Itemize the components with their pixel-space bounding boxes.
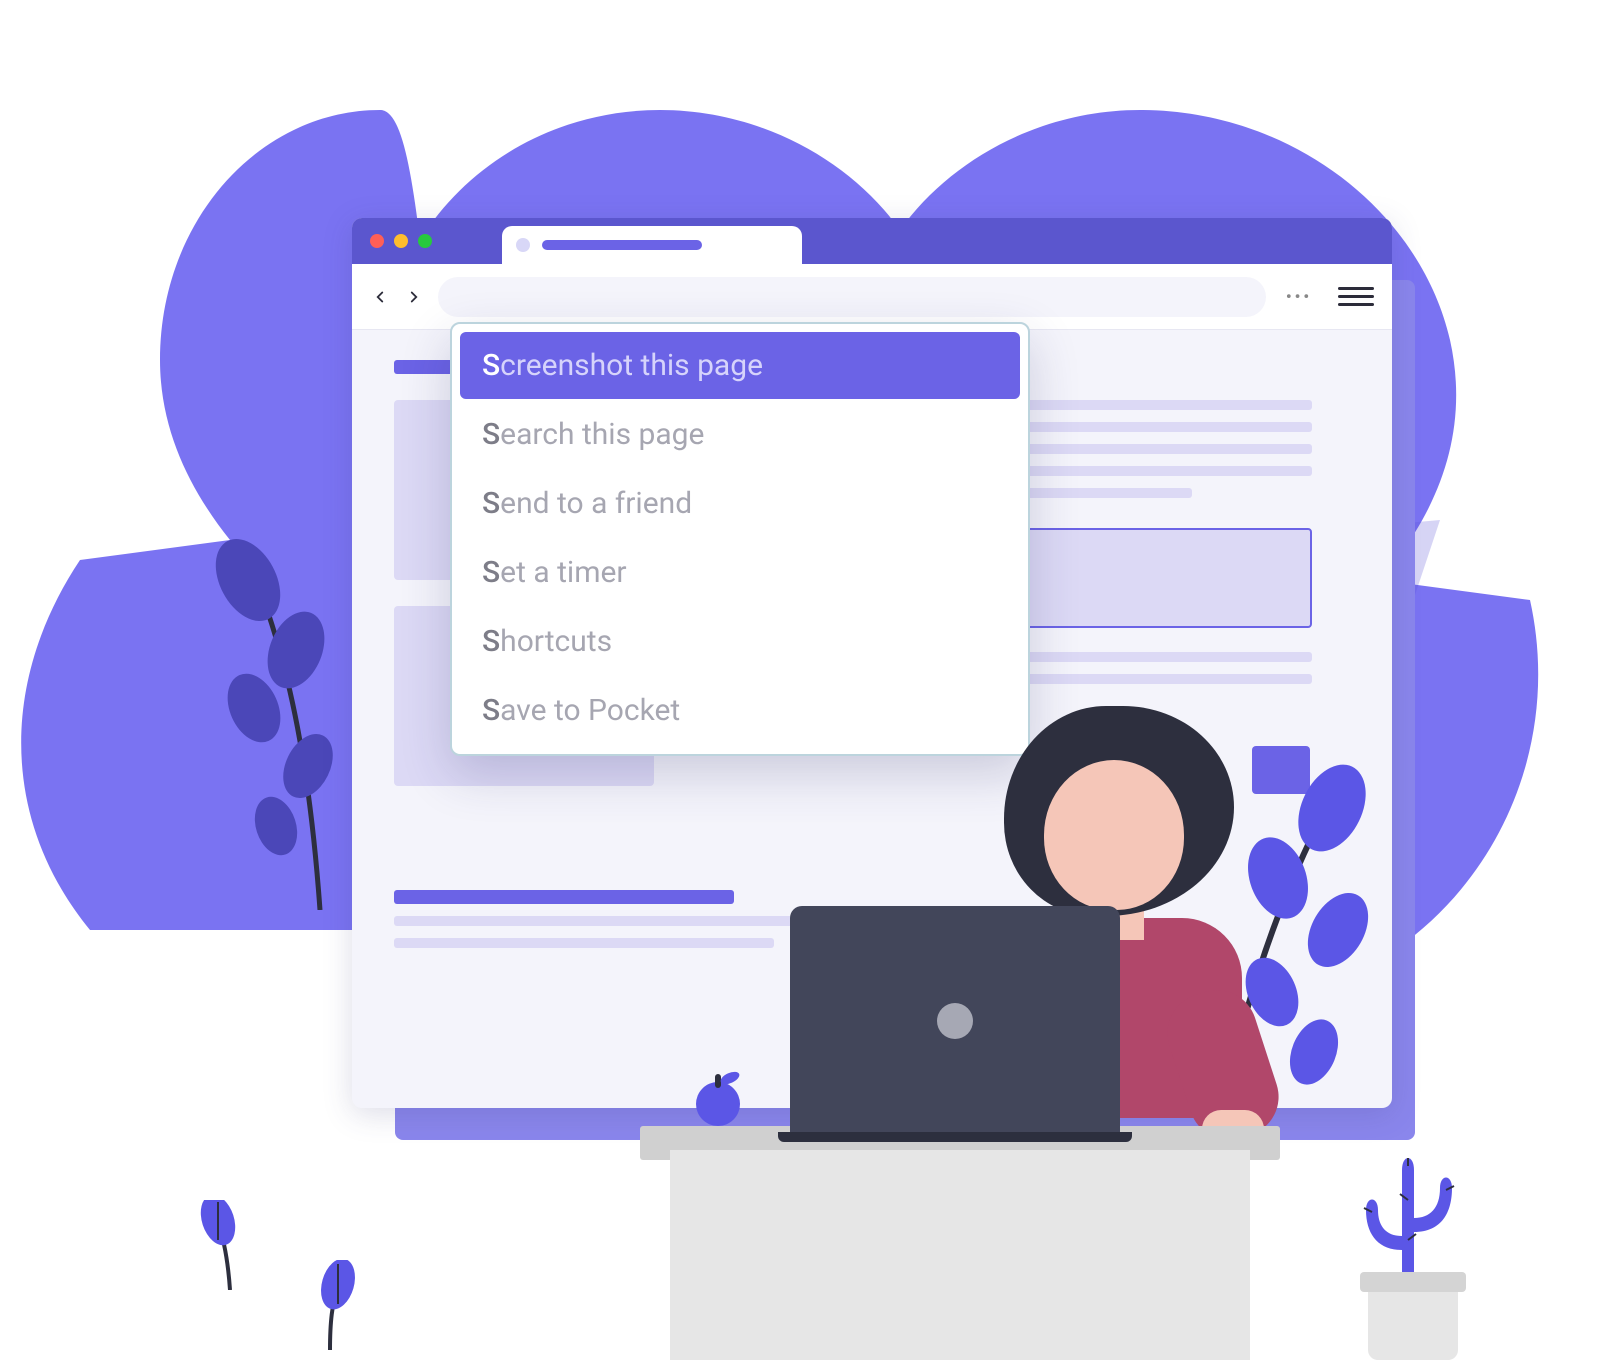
palette-item-matched-text: S <box>482 417 500 452</box>
window-close-button[interactable] <box>370 234 384 248</box>
plant-pot <box>1368 1286 1458 1360</box>
palette-item-matched-text: S <box>482 348 500 383</box>
laptop-logo-icon <box>937 1003 973 1039</box>
palette-item-matched-text: S <box>482 624 500 659</box>
laptop-base <box>778 1132 1132 1142</box>
palette-item[interactable]: Shortcuts <box>460 608 1020 675</box>
palette-item-text: earch this page <box>500 417 704 452</box>
leaf-icon <box>200 1200 260 1290</box>
hamburger-icon <box>1338 287 1374 290</box>
palette-item[interactable]: Set a timer <box>460 539 1020 606</box>
tab-title-placeholder <box>542 240 702 250</box>
command-palette[interactable]: Screenshot this pageSearch this pageSend… <box>450 322 1030 756</box>
palette-item-text: hortcuts <box>500 624 612 659</box>
ellipsis-icon: ••• <box>1286 287 1312 306</box>
arrow-left-icon <box>371 288 389 306</box>
app-menu-button[interactable] <box>1338 279 1374 315</box>
overflow-menu-button[interactable]: ••• <box>1280 278 1318 316</box>
forward-button[interactable] <box>404 287 424 307</box>
arrow-right-icon <box>405 288 423 306</box>
browser-tab[interactable] <box>502 226 802 264</box>
palette-item-matched-text: S <box>482 486 500 521</box>
palette-item[interactable]: Screenshot this page <box>460 332 1020 399</box>
address-bar[interactable] <box>438 277 1266 317</box>
palette-item-text: end to a friend <box>500 486 692 521</box>
apple-icon <box>688 1068 748 1128</box>
back-button[interactable] <box>370 287 390 307</box>
palette-item[interactable]: Search this page <box>460 401 1020 468</box>
tab-favicon-icon <box>516 238 530 252</box>
palette-item-matched-text: S <box>482 693 500 728</box>
palette-item-text: et a timer <box>500 555 626 590</box>
titlebar <box>352 218 1392 264</box>
palette-item[interactable]: Save to Pocket <box>460 677 1020 744</box>
illustration-person-at-desk <box>610 800 1330 1360</box>
palette-item-matched-text: S <box>482 555 500 590</box>
palette-item-text: ave to Pocket <box>500 693 680 728</box>
leaf-icon <box>300 1260 360 1350</box>
palette-item-text: creenshot this page <box>500 348 763 383</box>
laptop-icon <box>790 906 1120 1136</box>
desk <box>670 1150 1250 1360</box>
window-maximize-button[interactable] <box>418 234 432 248</box>
toolbar: ••• <box>352 264 1392 330</box>
palette-item[interactable]: Send to a friend <box>460 470 1020 537</box>
cactus-icon <box>1330 1140 1490 1360</box>
window-minimize-button[interactable] <box>394 234 408 248</box>
